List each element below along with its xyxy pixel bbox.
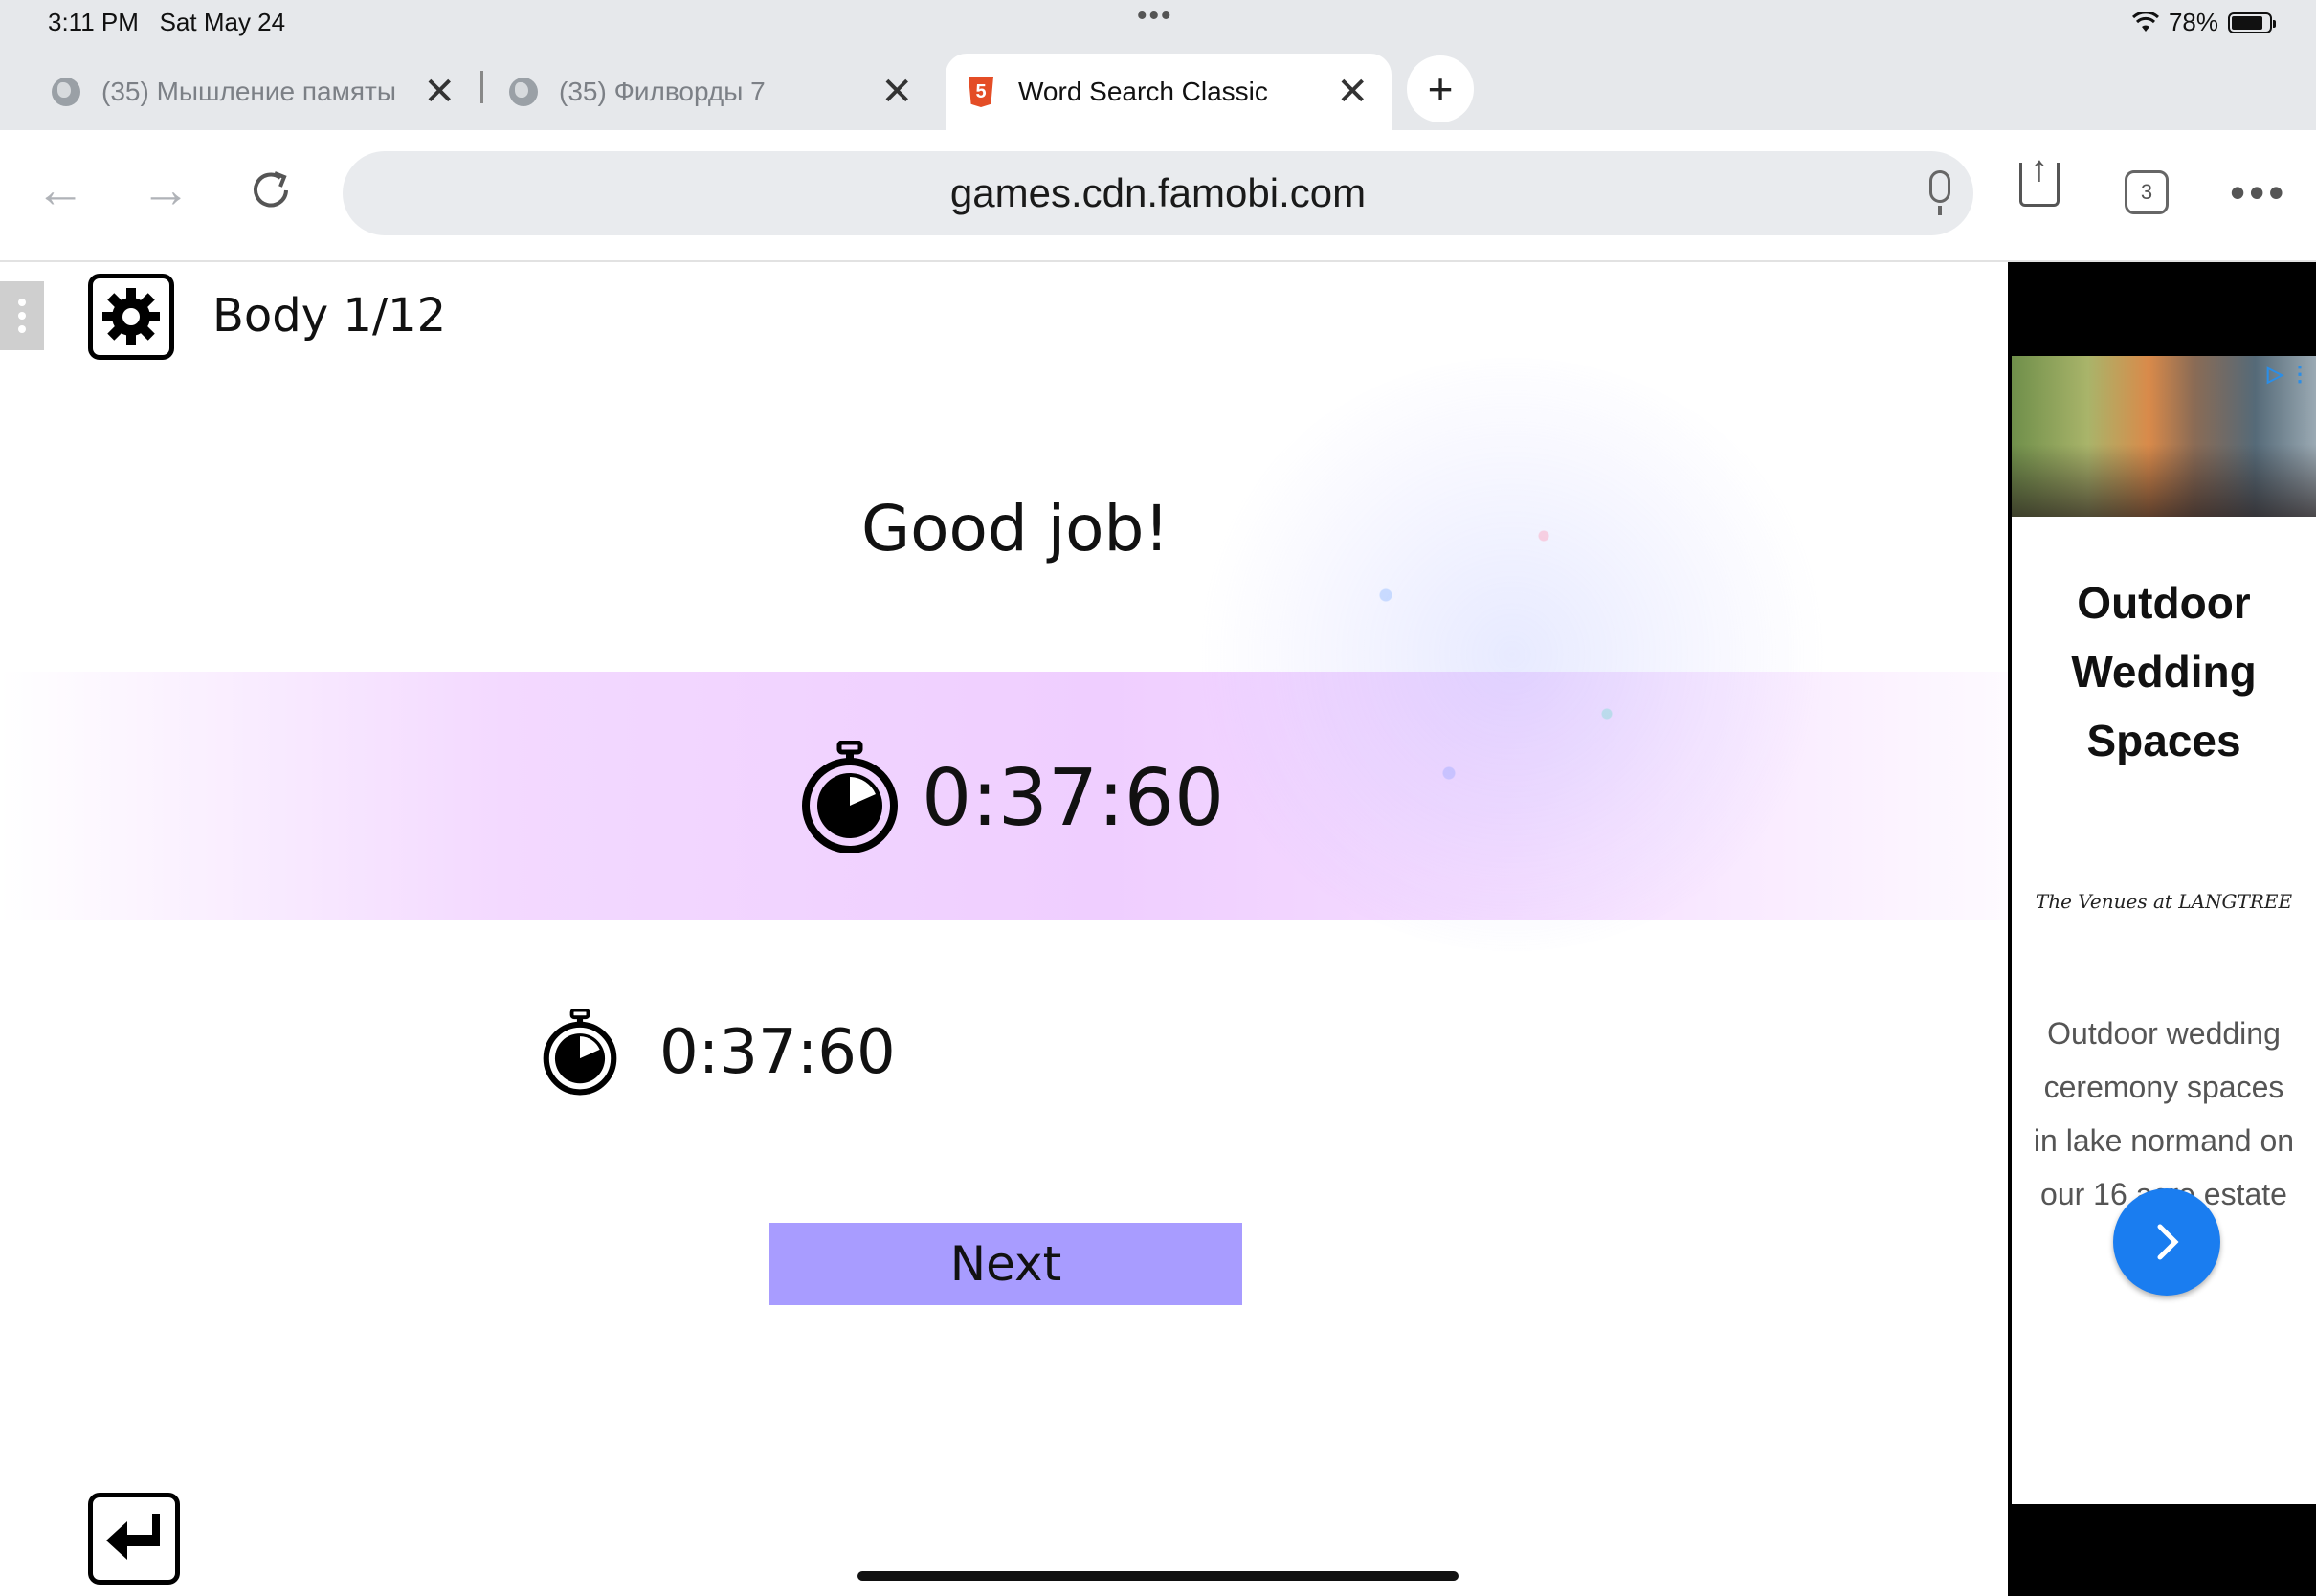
reload-icon[interactable]	[237, 157, 304, 224]
level-indicator: Body 1/12	[212, 289, 447, 343]
firework-effect	[1196, 358, 1828, 951]
settings-button[interactable]	[88, 274, 174, 360]
tab-separator	[480, 71, 483, 103]
ad-title-line: Outdoor	[2077, 578, 2251, 628]
forward-arrow-icon[interactable]: →	[132, 157, 199, 224]
tab-strip: (35) Мышление памяты ✕ (35) Филворды 7 ✕…	[0, 46, 2316, 130]
battery-icon	[2228, 11, 2276, 33]
ad-card[interactable]: ▷ ⋮ Outdoor Wedding Spaces The Venues at…	[2012, 356, 2316, 1504]
next-button[interactable]: Next	[769, 1223, 1242, 1305]
address-bar[interactable]: games.cdn.famobi.com	[343, 151, 1973, 235]
result-message: Good job!	[861, 492, 1169, 565]
back-arrow-icon[interactable]: ←	[27, 157, 94, 224]
microphone-icon[interactable]	[1929, 170, 1950, 215]
more-options-icon[interactable]: •••	[2230, 166, 2287, 218]
current-time: 0:37:60	[799, 741, 1224, 855]
best-time: 0:37:60	[541, 1009, 896, 1097]
game-canvas: Body 1/12 Good job! 0:37:60 0:37:60 Next	[0, 262, 2008, 1596]
home-indicator[interactable]	[857, 1571, 1459, 1581]
tab-count-button[interactable]: 3	[2125, 170, 2169, 214]
close-tab-icon[interactable]: ✕	[880, 73, 913, 111]
return-arrow-icon	[106, 1514, 160, 1560]
status-time: 3:11 PM Sat May 24	[48, 8, 285, 37]
ad-choices-icon[interactable]: ▷ ⋮	[2267, 362, 2310, 387]
clock-time: 3:11 PM	[48, 8, 139, 36]
globe-icon	[52, 78, 80, 106]
tab-1[interactable]: (35) Мышление памяты ✕	[29, 54, 479, 130]
tab-3-active[interactable]: 5 Word Search Classic ✕	[946, 54, 1392, 130]
stopwatch-icon	[802, 741, 898, 853]
ad-title-line: Spaces	[2086, 716, 2241, 765]
current-time-value: 0:37:60	[922, 752, 1225, 844]
best-time-value: 0:37:60	[659, 1017, 896, 1088]
html5-icon: 5	[969, 77, 993, 107]
share-icon[interactable]	[2019, 163, 2060, 207]
wifi-icon	[2131, 11, 2159, 32]
ad-panel: ▷ ⋮ Outdoor Wedding Spaces The Venues at…	[2008, 262, 2316, 1596]
tab-title: Word Search Classic	[1018, 77, 1268, 106]
advertiser-logo[interactable]: The Venues at LANGTREE	[2012, 890, 2316, 913]
url-text: games.cdn.famobi.com	[949, 170, 1367, 215]
stopwatch-icon	[543, 1009, 617, 1096]
battery-percent: 78%	[2168, 8, 2218, 36]
ad-title[interactable]: Outdoor Wedding Spaces	[2012, 568, 2316, 775]
tab-title: (35) Мышление памяты	[101, 77, 396, 106]
browser-toolbar: ← → games.cdn.famobi.com ↑ 3 •••	[0, 130, 2316, 262]
tab-2[interactable]: (35) Филворды 7 ✕	[486, 54, 936, 130]
reload-glyph	[254, 171, 288, 208]
back-button[interactable]	[88, 1493, 180, 1585]
ad-cta-button[interactable]	[2113, 1188, 2220, 1296]
close-tab-icon[interactable]: ✕	[423, 73, 456, 111]
side-menu-handle[interactable]	[0, 281, 44, 350]
gear-icon	[102, 288, 160, 345]
status-bar: 3:11 PM Sat May 24 ••• 78%	[0, 0, 2316, 46]
status-indicators: 78%	[2131, 8, 2276, 37]
chevron-right-icon	[2157, 1224, 2179, 1260]
clock-date: Sat May 24	[159, 8, 286, 36]
tab-title: (35) Филворды 7	[559, 77, 766, 106]
multitask-dots-icon[interactable]: •••	[1137, 0, 1173, 33]
globe-icon	[509, 78, 538, 106]
new-tab-button[interactable]: +	[1407, 55, 1474, 122]
close-tab-icon[interactable]: ✕	[1336, 73, 1369, 111]
ad-title-line: Wedding	[2071, 647, 2257, 697]
